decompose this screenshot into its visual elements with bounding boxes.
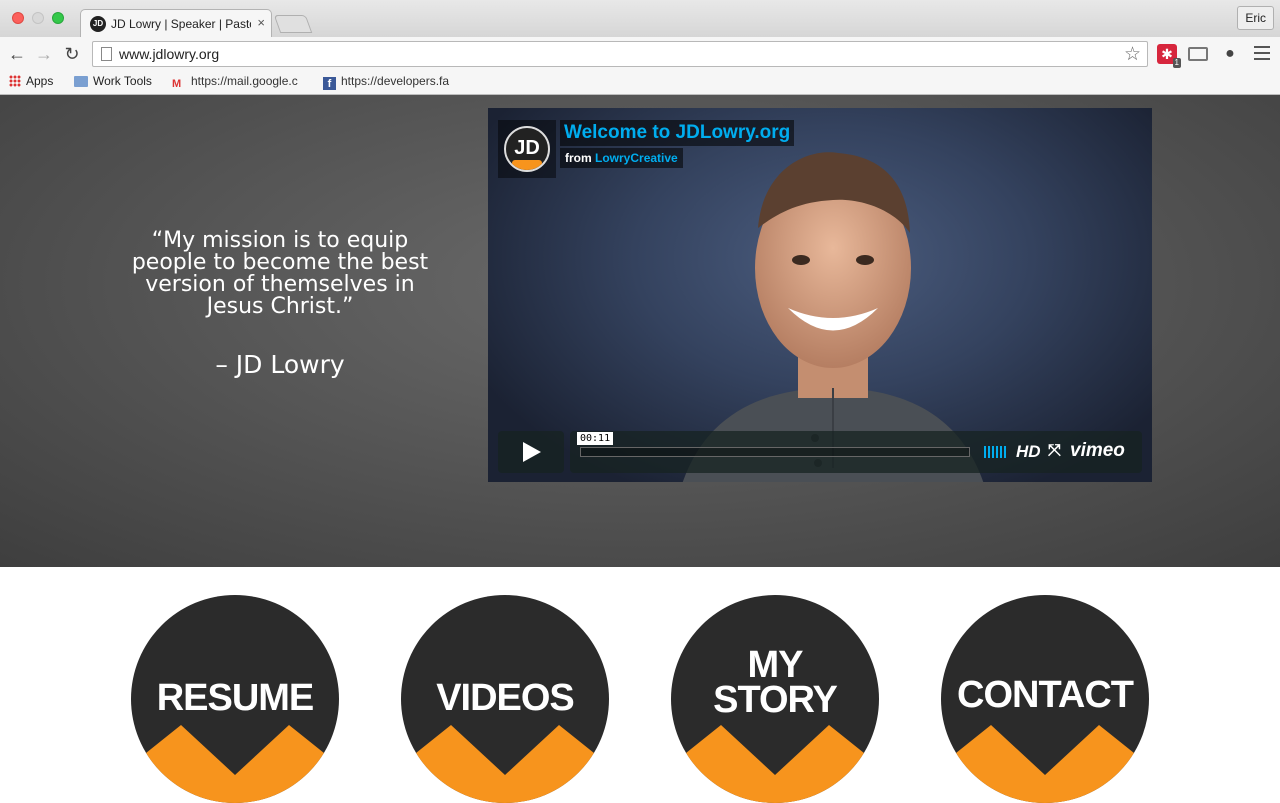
bookmarks-bar: Apps Work Tools Mhttps://mail.google.c f…	[0, 70, 1280, 95]
spy-extension-icon[interactable]: ●	[1220, 44, 1240, 64]
bookmark-star-icon[interactable]: ☆	[1124, 43, 1141, 66]
bookmark-work-tools[interactable]: Work Tools	[74, 74, 152, 88]
progress-track[interactable]: 00:11	[577, 432, 970, 457]
browser-tab-active[interactable]: JD JD Lowry | Speaker | Pastor ×	[80, 9, 272, 37]
orange-chevron-icon	[671, 725, 879, 803]
apps-grid-icon	[9, 75, 21, 87]
hd-toggle[interactable]: HD	[1016, 442, 1041, 462]
bookmark-apps[interactable]: Apps	[9, 74, 53, 88]
jd-logo[interactable]: JD	[498, 120, 556, 178]
page-icon	[101, 47, 112, 61]
tab-close-icon[interactable]: ×	[257, 15, 265, 30]
video-controls: 00:11 HD ⤧ vimeo	[498, 431, 1142, 473]
close-window-button[interactable]	[12, 12, 24, 24]
control-bar: 00:11 HD ⤧ vimeo	[570, 431, 1142, 473]
bookmark-facebook-developers[interactable]: f https://developers.fa	[323, 74, 449, 90]
jd-favicon-icon: JD	[90, 16, 106, 32]
forward-arrow-icon[interactable]: →	[33, 43, 55, 65]
minimize-window-button[interactable]	[32, 12, 44, 24]
orange-chevron-icon	[131, 725, 339, 803]
time-tooltip: 00:11	[577, 432, 614, 445]
profile-button[interactable]: Eric	[1237, 6, 1274, 30]
hero-section: “My mission is to equip people to become…	[0, 95, 1280, 567]
fullscreen-icon[interactable]: ⤧	[1048, 442, 1061, 460]
facebook-icon: f	[323, 77, 336, 90]
extension-puzzle-icon[interactable]: ✱ 1	[1157, 44, 1181, 68]
back-arrow-icon[interactable]: ←	[6, 43, 28, 65]
tab-title: JD Lowry | Speaker | Pastor	[111, 17, 251, 31]
browser-titlebar: JD JD Lowry | Speaker | Pastor × Eric	[0, 0, 1280, 37]
video-byline: from LowryCreative	[560, 148, 683, 168]
play-button[interactable]	[498, 431, 564, 473]
orange-chevron-icon	[941, 725, 1149, 803]
gmail-icon: M	[172, 78, 182, 90]
vimeo-logo[interactable]: vimeo	[1070, 440, 1125, 462]
vimeo-video-player[interactable]: JD Welcome to JDLowry.org from LowryCrea…	[488, 108, 1152, 482]
videos-button[interactable]: VIDEOS	[401, 595, 609, 803]
browser-toolbar: ← → ↻ www.jdlowry.org ☆ ✱ 1 ●	[0, 37, 1280, 70]
mission-quote: “My mission is to equip people to become…	[131, 228, 429, 319]
maximize-window-button[interactable]	[52, 12, 64, 24]
reload-icon[interactable]: ↻	[61, 43, 83, 65]
video-title-link[interactable]: Welcome to JDLowry.org	[560, 120, 795, 146]
bookmark-gmail[interactable]: Mhttps://mail.google.c	[172, 74, 298, 90]
menu-hamburger-icon[interactable]	[1254, 46, 1270, 64]
cast-icon[interactable]	[1188, 47, 1208, 61]
folder-icon	[74, 76, 88, 87]
orange-chevron-icon	[401, 725, 609, 803]
contact-button[interactable]: CONTACT	[941, 595, 1149, 803]
nav-buttons-section: RESUME VIDEOS MY STORY CONTACT	[0, 567, 1280, 803]
volume-icon[interactable]	[984, 446, 1008, 458]
new-tab-button[interactable]	[273, 15, 313, 33]
quote-author: – JD Lowry	[215, 350, 345, 379]
my-story-button[interactable]: MY STORY	[671, 595, 879, 803]
resume-button[interactable]: RESUME	[131, 595, 339, 803]
extension-badge: 1	[1172, 58, 1181, 68]
address-bar[interactable]: www.jdlowry.org ☆	[92, 41, 1148, 67]
video-author-link[interactable]: LowryCreative	[595, 151, 678, 165]
url-text: www.jdlowry.org	[119, 46, 220, 62]
